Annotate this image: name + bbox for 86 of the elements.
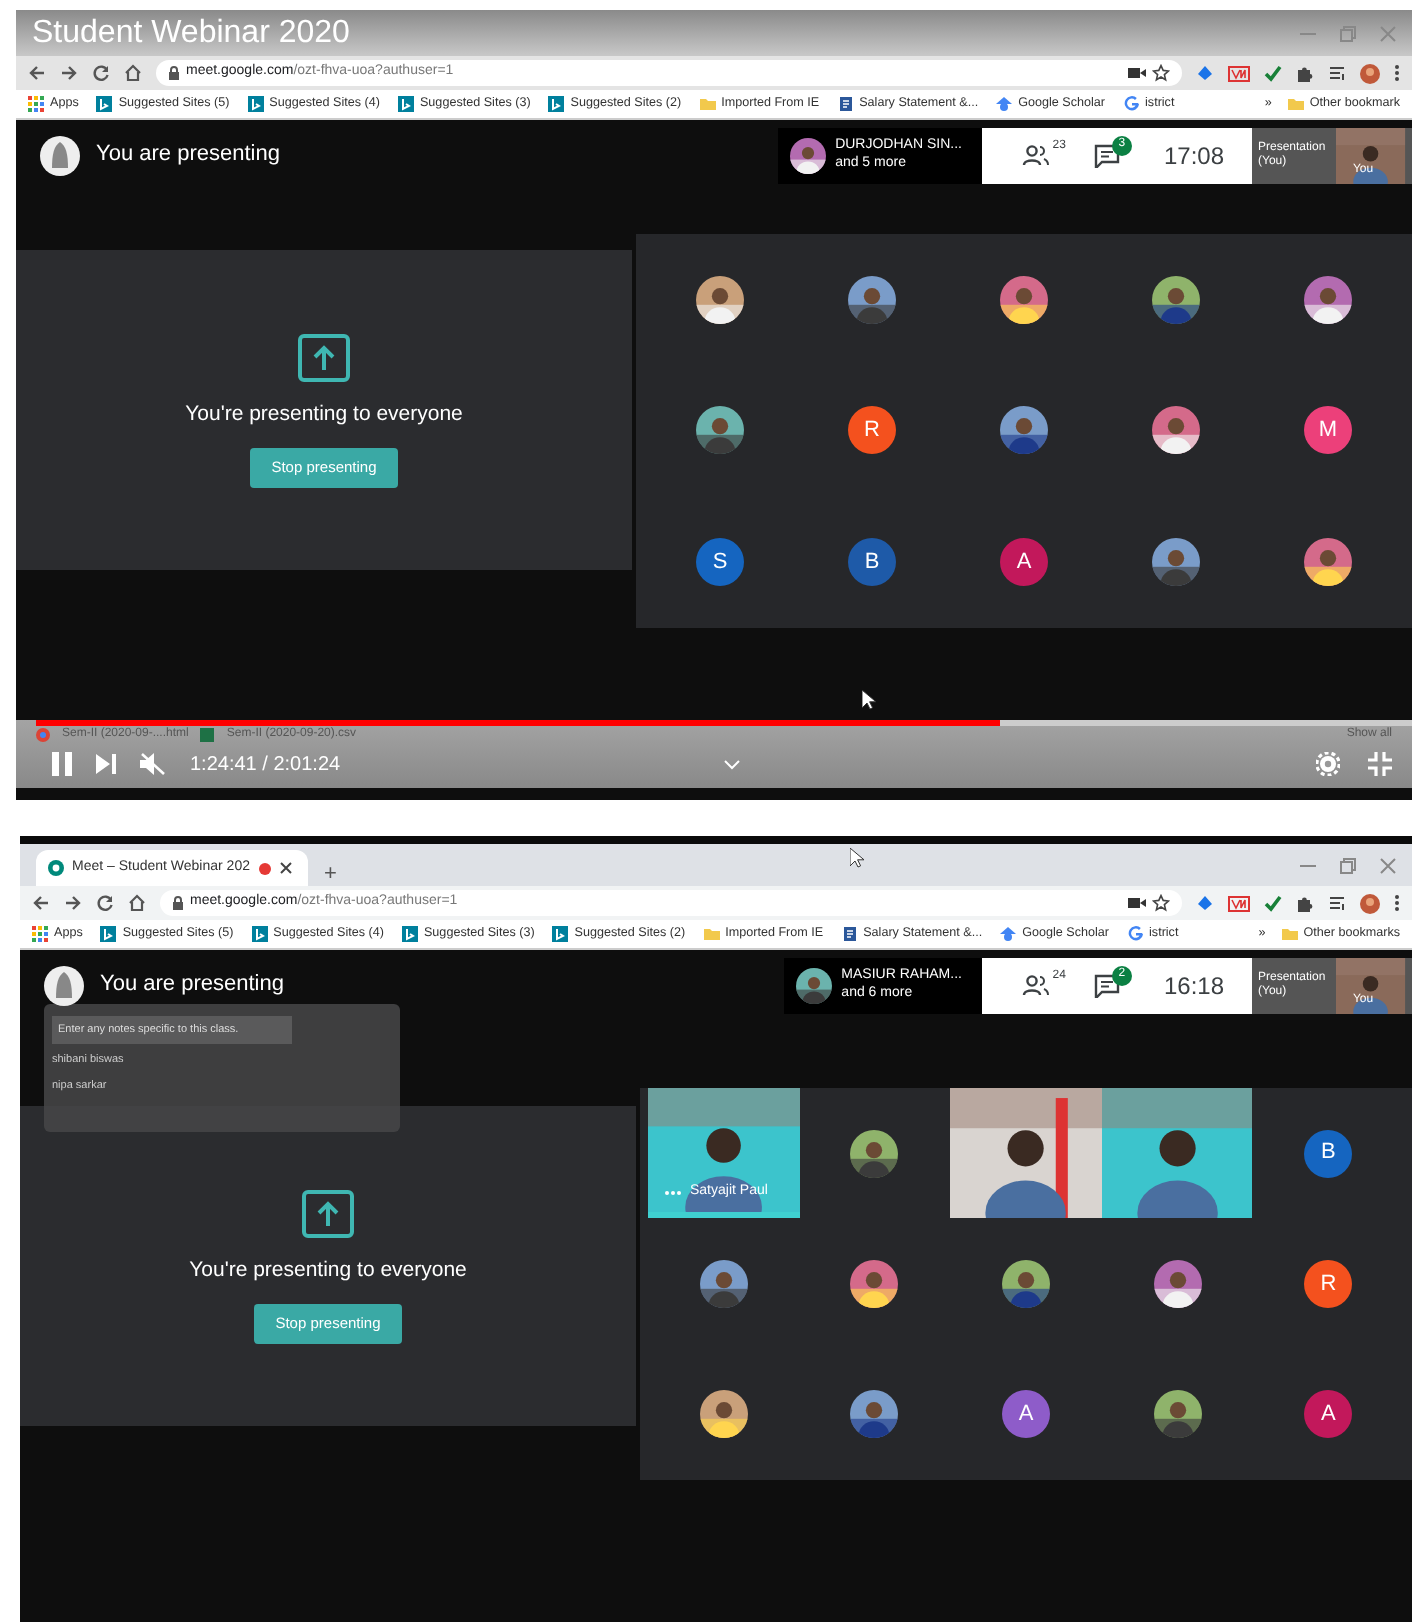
bing-icon	[397, 96, 414, 112]
avatar[interactable]: S	[696, 538, 744, 587]
progress-track[interactable]	[36, 720, 1412, 726]
document-icon	[837, 96, 854, 112]
extension-icon[interactable]	[1228, 65, 1250, 81]
clock-time: 16:18	[1163, 969, 1224, 1003]
exit-fullscreen-icon[interactable]	[1368, 752, 1392, 776]
star-icon[interactable]	[1152, 894, 1170, 912]
avatar[interactable]: A	[1304, 1390, 1353, 1439]
lock-icon	[168, 66, 180, 80]
more-icon[interactable]	[1394, 64, 1400, 82]
avatar[interactable]: B	[848, 538, 896, 587]
spreadsheet-icon	[200, 728, 215, 742]
restore-icon[interactable]	[1340, 857, 1356, 873]
puzzle-icon[interactable]	[1296, 64, 1314, 82]
apps-icon	[28, 96, 44, 112]
home-icon[interactable]	[124, 64, 142, 82]
avatar[interactable]: A	[1001, 1390, 1050, 1439]
extension-icon[interactable]	[1196, 64, 1214, 82]
star-icon[interactable]	[1152, 64, 1170, 82]
clock-time: 17:08	[1163, 139, 1224, 173]
extension-icon[interactable]	[1228, 895, 1250, 911]
document-icon	[841, 926, 858, 942]
avatar[interactable]: A	[1000, 538, 1048, 587]
chevron-down-icon[interactable]	[724, 759, 741, 769]
folder-icon	[1281, 926, 1298, 942]
google-icon	[1123, 96, 1140, 112]
back-icon[interactable]	[32, 894, 50, 912]
home-icon[interactable]	[128, 894, 146, 912]
forward-icon[interactable]	[60, 64, 78, 82]
presenting-label: You are presenting	[96, 140, 280, 171]
time-display: 1:24:41 / 2:01:24	[190, 751, 341, 779]
reload-icon[interactable]	[96, 894, 114, 912]
camera-icon[interactable]	[1128, 896, 1146, 910]
cursor-icon	[850, 848, 864, 868]
scholar-icon	[996, 96, 1013, 112]
bing-icon	[100, 926, 117, 942]
profile-icon[interactable]	[1360, 893, 1380, 913]
more-icon[interactable]	[1394, 894, 1400, 912]
settings-icon[interactable]	[1316, 752, 1340, 776]
pause-icon[interactable]	[52, 752, 72, 776]
folder-icon	[703, 926, 720, 942]
muted-icon[interactable]	[140, 752, 166, 776]
bing-icon	[247, 96, 264, 112]
puzzle-icon[interactable]	[1296, 894, 1314, 912]
bing-icon	[548, 96, 565, 112]
check-icon[interactable]	[1264, 64, 1282, 82]
bing-icon	[401, 926, 418, 942]
people-icon[interactable]	[1021, 974, 1050, 996]
back-icon[interactable]	[28, 64, 46, 82]
folder-icon	[1287, 96, 1304, 112]
people-icon[interactable]	[1021, 144, 1050, 166]
google-icon	[1127, 926, 1144, 942]
video-title: Student Webinar 2020	[32, 17, 350, 49]
presenter-icon	[40, 135, 80, 175]
profile-icon[interactable]	[1360, 63, 1380, 83]
chat-icon[interactable]	[1093, 143, 1120, 167]
present-screen-icon	[298, 333, 350, 381]
chat-icon[interactable]	[1093, 973, 1120, 997]
presenting-label: You are presenting	[100, 970, 284, 1001]
camera-icon[interactable]	[1128, 66, 1146, 80]
presenting-message: You're presenting to everyone	[185, 399, 463, 429]
meet-icon	[48, 860, 64, 876]
avatar[interactable]: B	[1304, 1129, 1353, 1178]
scholar-icon	[1000, 926, 1017, 942]
queue-icon[interactable]	[1328, 64, 1346, 82]
avatar[interactable]: M	[1304, 406, 1352, 455]
present-screen-icon	[302, 1189, 354, 1237]
check-icon[interactable]	[1264, 894, 1282, 912]
cursor-icon	[862, 690, 876, 710]
extension-icon[interactable]	[1196, 894, 1214, 912]
lock-icon	[172, 896, 184, 910]
presenter-icon	[44, 965, 84, 1005]
queue-icon[interactable]	[1328, 894, 1346, 912]
apps-icon	[32, 926, 48, 942]
bing-icon	[96, 96, 113, 112]
close-icon[interactable]	[279, 862, 292, 874]
folder-icon	[699, 96, 716, 112]
new-tab-button[interactable]: +	[324, 864, 337, 886]
forward-icon[interactable]	[64, 894, 82, 912]
bing-icon	[251, 926, 268, 942]
presenting-message: You're presenting to everyone	[189, 1255, 467, 1285]
bing-icon	[552, 926, 569, 942]
next-icon[interactable]	[96, 754, 116, 774]
chrome-icon	[36, 728, 50, 742]
reload-icon[interactable]	[92, 64, 110, 82]
